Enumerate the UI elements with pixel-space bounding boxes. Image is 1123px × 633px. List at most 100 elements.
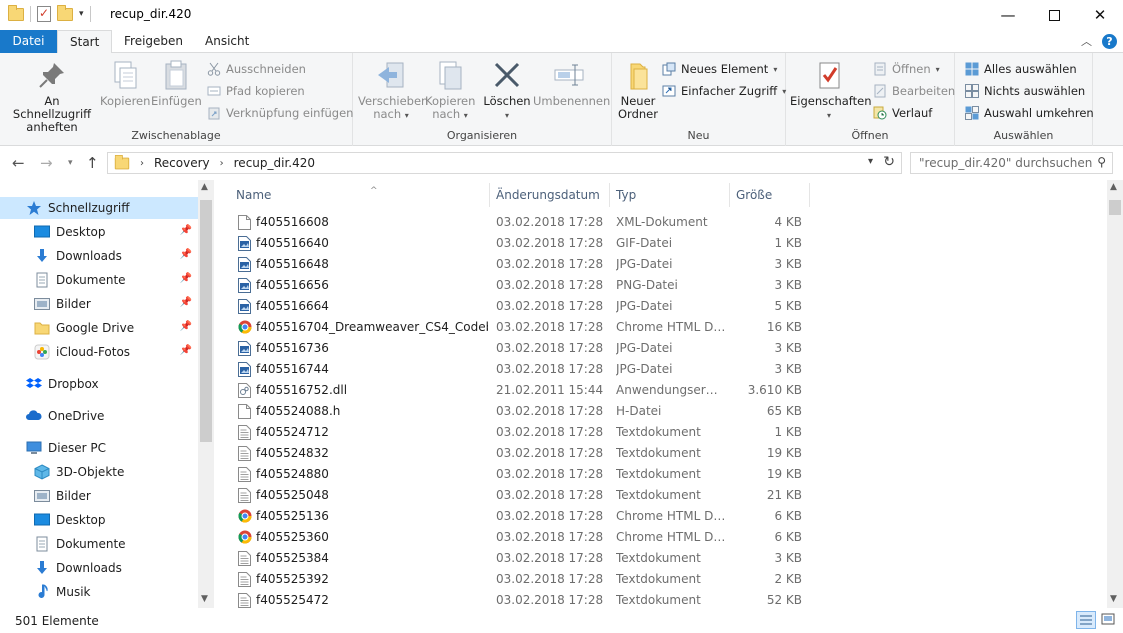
- rename-button[interactable]: Umbenennen: [533, 59, 610, 108]
- breadcrumb-separator-icon[interactable]: ›: [140, 158, 144, 169]
- details-view-icon[interactable]: [1076, 611, 1096, 629]
- properties-button[interactable]: Eigenschaften ▾: [790, 59, 872, 122]
- paste-shortcut-button[interactable]: Verknüpfung einfügen: [207, 106, 353, 120]
- forward-arrow-icon[interactable]: →: [40, 154, 53, 172]
- help-icon[interactable]: ?: [1102, 33, 1117, 49]
- history-button[interactable]: Verlauf: [873, 106, 932, 120]
- properties-icon[interactable]: [37, 6, 51, 22]
- collapse-ribbon-icon[interactable]: ︿: [1081, 33, 1092, 49]
- search-icon[interactable]: ⚲: [1097, 155, 1106, 169]
- pin-icon[interactable]: 📌: [180, 321, 192, 332]
- cut-button[interactable]: Ausschneiden: [207, 62, 306, 76]
- file-row[interactable]: f405525392 03.02.2018 17:28 Textdokument 2 …: [230, 569, 810, 590]
- address-bar[interactable]: › Recovery › recup_dir.420 ▾ ↻: [107, 152, 902, 174]
- easy-access-button[interactable]: Einfacher Zugriff ▾: [662, 84, 786, 98]
- nav-pictures[interactable]: Bilder 📌: [0, 293, 198, 315]
- file-row[interactable]: f405524088.h 03.02.2018 17:28 H-Datei 65 KB: [230, 401, 810, 422]
- nav-dropbox[interactable]: Dropbox: [0, 373, 198, 395]
- tab-view[interactable]: Ansicht: [193, 30, 261, 53]
- open-button[interactable]: Öffnen ▾: [873, 62, 940, 76]
- nav-google-drive[interactable]: Google Drive 📌: [0, 317, 198, 339]
- pin-icon[interactable]: 📌: [180, 273, 192, 284]
- file-row[interactable]: f405516704_Dreamweaver_CS4_Codebl_c... 03…: [230, 317, 810, 338]
- nav-3d-objects[interactable]: 3D-Objekte: [0, 461, 198, 483]
- scroll-up-arrow-icon[interactable]: ▲: [1110, 182, 1117, 192]
- column-header-date[interactable]: Änderungsdatum: [490, 183, 610, 207]
- nav-pc-pictures[interactable]: Bilder: [0, 485, 198, 507]
- tab-start[interactable]: Start: [57, 30, 113, 54]
- up-arrow-icon[interactable]: ↑: [86, 154, 99, 172]
- search-box[interactable]: "recup_dir.420" durchsuchen ⚲: [910, 152, 1113, 174]
- nav-pc-documents[interactable]: Dokumente: [0, 533, 198, 555]
- file-row[interactable]: f405524712 03.02.2018 17:28 Textdokument 1 …: [230, 422, 810, 443]
- select-none-button[interactable]: Nichts auswählen: [965, 84, 1085, 98]
- tab-file[interactable]: Datei: [0, 30, 57, 53]
- file-row[interactable]: f405525384 03.02.2018 17:28 Textdokument 3 …: [230, 548, 810, 569]
- file-row[interactable]: f405516744 03.02.2018 17:28 JPG-Datei 3 KB: [230, 359, 810, 380]
- nav-pane-scrollbar[interactable]: ▲ ▼: [198, 180, 214, 608]
- pin-quick-access-button[interactable]: An Schnellzugriff anheften: [6, 59, 98, 134]
- file-row[interactable]: f405524880 03.02.2018 17:28 Textdokument 19…: [230, 464, 810, 485]
- column-header-name[interactable]: Name ^: [230, 183, 490, 207]
- customize-toolbar-chevron-icon[interactable]: ▾: [79, 9, 84, 19]
- move-to-button[interactable]: Verschieben nach ▾: [358, 59, 428, 122]
- nav-this-pc[interactable]: Dieser PC: [0, 437, 198, 459]
- column-header-type[interactable]: Typ: [610, 183, 730, 207]
- nav-pc-music[interactable]: Musik: [0, 581, 198, 603]
- file-row[interactable]: f405516752.dll 21.02.2011 15:44 Anwendungs…: [230, 380, 810, 401]
- copy-button[interactable]: Kopieren: [100, 59, 150, 108]
- file-row[interactable]: f405516640 03.02.2018 17:28 GIF-Datei 1 KB: [230, 233, 810, 254]
- nav-desktop[interactable]: Desktop 📌: [0, 221, 198, 243]
- scroll-up-arrow-icon[interactable]: ▲: [201, 182, 208, 192]
- refresh-icon[interactable]: ↻: [883, 154, 895, 170]
- breadcrumb-recovery[interactable]: Recovery: [154, 156, 210, 170]
- file-row[interactable]: f405525048 03.02.2018 17:28 Textdokument 21…: [230, 485, 810, 506]
- large-icons-view-icon[interactable]: [1099, 611, 1119, 629]
- nav-pc-downloads[interactable]: Downloads: [0, 557, 198, 579]
- nav-icloud-photos[interactable]: iCloud-Fotos 📌: [0, 341, 198, 363]
- new-folder-icon[interactable]: [57, 4, 73, 21]
- scrollbar-thumb[interactable]: [200, 200, 212, 442]
- new-folder-button[interactable]: Neuer Ordner: [616, 59, 660, 121]
- scrollbar-thumb[interactable]: [1109, 200, 1121, 215]
- delete-button[interactable]: Löschen ▾: [482, 59, 532, 122]
- copy-to-button[interactable]: Kopieren nach ▾: [425, 59, 475, 122]
- select-all-button[interactable]: Alles auswählen: [965, 62, 1077, 76]
- breadcrumb-recup-dir[interactable]: recup_dir.420: [234, 156, 315, 170]
- breadcrumb-separator-icon[interactable]: ›: [220, 158, 224, 169]
- back-arrow-icon[interactable]: ←: [12, 154, 25, 172]
- scroll-down-arrow-icon[interactable]: ▼: [201, 594, 208, 604]
- nav-downloads[interactable]: Downloads 📌: [0, 245, 198, 267]
- address-dropdown-icon[interactable]: ▾: [868, 156, 873, 167]
- recent-locations-chevron-icon[interactable]: ▾: [68, 158, 73, 168]
- new-item-button[interactable]: Neues Element ▾: [662, 62, 777, 76]
- edit-button[interactable]: Bearbeiten: [873, 84, 955, 98]
- nav-quick-access[interactable]: Schnellzugriff: [0, 197, 198, 219]
- file-row[interactable]: f405524832 03.02.2018 17:28 Textdokument 19…: [230, 443, 810, 464]
- column-header-size[interactable]: Größe: [730, 183, 810, 207]
- file-row[interactable]: f405516656 03.02.2018 17:28 PNG-Datei 3 KB: [230, 275, 810, 296]
- nav-documents[interactable]: Dokumente 📌: [0, 269, 198, 291]
- nav-onedrive[interactable]: OneDrive: [0, 405, 198, 427]
- copy-path-button[interactable]: Pfad kopieren: [207, 84, 305, 98]
- paste-button[interactable]: Einfügen: [151, 59, 202, 108]
- file-row[interactable]: f405525360 03.02.2018 17:28 Chrome HTML Do…: [230, 527, 810, 548]
- file-row[interactable]: f405516608 03.02.2018 17:28 XML-Dokument 4 …: [230, 212, 810, 233]
- invert-selection-button[interactable]: Auswahl umkehren: [965, 106, 1094, 120]
- maximize-button[interactable]: [1031, 0, 1077, 30]
- close-button[interactable]: ✕: [1077, 0, 1123, 30]
- pin-icon[interactable]: 📌: [180, 249, 192, 260]
- nav-pc-desktop[interactable]: Desktop: [0, 509, 198, 531]
- file-row[interactable]: f405516664 03.02.2018 17:28 JPG-Datei 5 KB: [230, 296, 810, 317]
- file-row[interactable]: f405525136 03.02.2018 17:28 Chrome HTML Do…: [230, 506, 810, 527]
- file-type: GIF-Datei: [616, 236, 673, 250]
- pin-icon[interactable]: 📌: [180, 345, 192, 356]
- file-row[interactable]: f405516736 03.02.2018 17:28 JPG-Datei 3 KB: [230, 338, 810, 359]
- tab-share[interactable]: Freigeben: [112, 30, 195, 53]
- file-list-scrollbar[interactable]: ▲ ▼: [1107, 180, 1123, 608]
- pin-icon[interactable]: 📌: [180, 297, 192, 308]
- file-row[interactable]: f405516648 03.02.2018 17:28 JPG-Datei 3 KB: [230, 254, 810, 275]
- minimize-button[interactable]: —: [985, 0, 1031, 30]
- pin-icon[interactable]: 📌: [180, 225, 192, 236]
- scroll-down-arrow-icon[interactable]: ▼: [1110, 594, 1117, 604]
